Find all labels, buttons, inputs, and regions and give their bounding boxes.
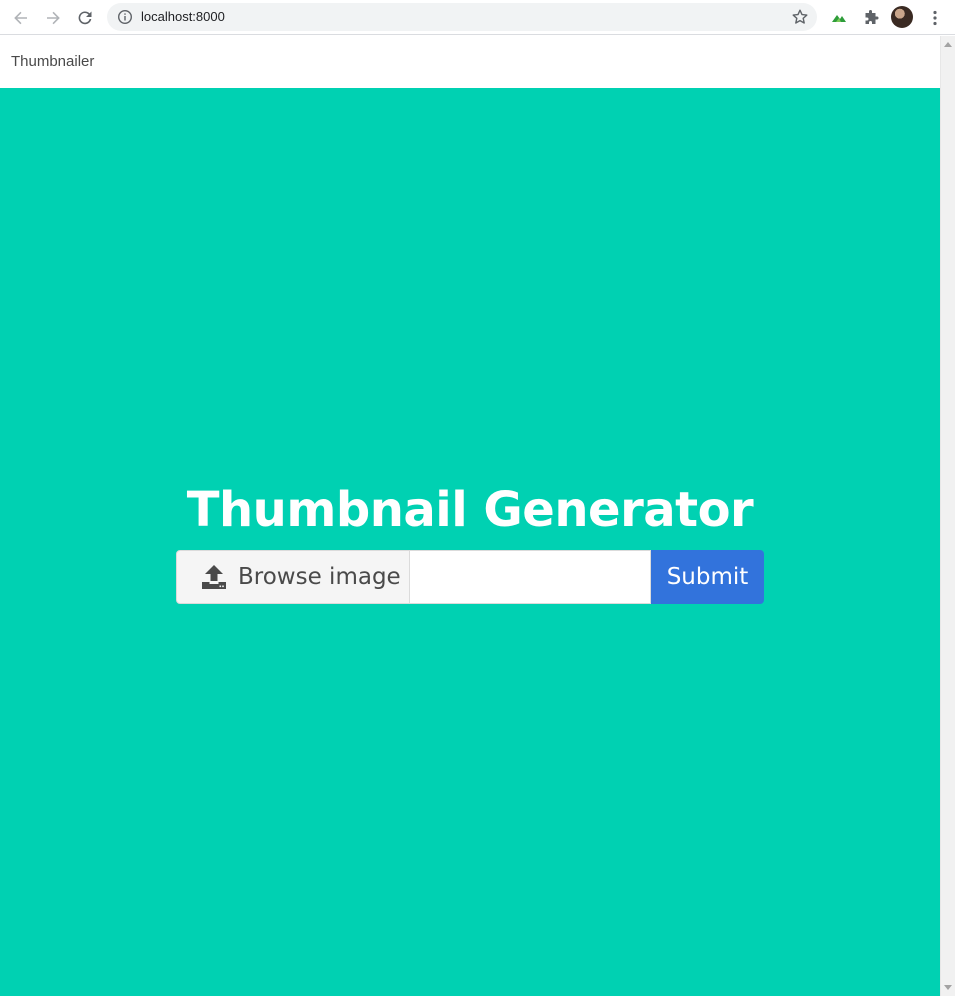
address-bar[interactable]: localhost:8000 [107,3,817,31]
reload-icon [78,11,92,25]
forward-arrow-icon [47,11,60,25]
menu-dots-icon [933,10,937,26]
upload-icon [202,565,226,589]
file-name-display[interactable] [410,550,651,604]
url-text[interactable]: localhost:8000 [141,9,225,24]
scrollbar[interactable] [940,36,955,996]
submit-button[interactable]: Submit [651,550,764,604]
scroll-up-arrow-icon[interactable] [944,42,952,47]
extensions-button[interactable] [860,7,882,29]
forward-button[interactable] [40,5,66,31]
info-icon[interactable] [117,9,133,25]
extension-button[interactable] [828,7,850,29]
file-upload: Browse image Submit [176,550,764,604]
profile-avatar[interactable] [891,6,913,28]
back-button[interactable] [8,5,34,31]
page-title: Thumbnail Generator [186,482,754,538]
brand-link[interactable]: Thumbnailer [11,53,94,70]
puzzle-icon [865,10,879,24]
browse-image-label: Browse image [238,564,401,590]
browser-toolbar: localhost:8000 [0,0,955,35]
scroll-down-arrow-icon[interactable] [944,985,952,990]
browser-menu-button[interactable] [924,7,946,29]
back-arrow-icon [14,11,27,25]
page-viewport: Thumbnailer Thumbnail Generator Browse i… [0,36,940,996]
extension-icon [832,15,846,22]
star-icon[interactable] [791,8,809,26]
navbar: Thumbnailer [0,36,940,88]
reload-button[interactable] [72,5,98,31]
browse-image-button[interactable]: Browse image [176,550,410,604]
